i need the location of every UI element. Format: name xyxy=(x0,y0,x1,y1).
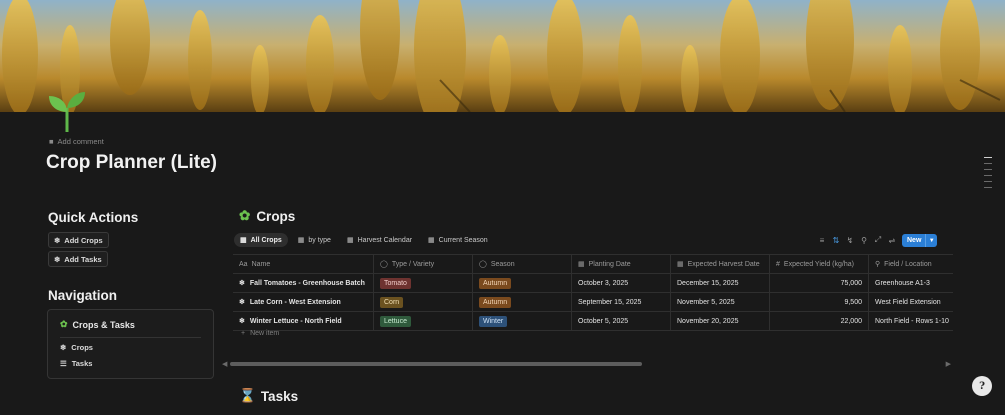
grain-icon: ❄ xyxy=(54,254,61,264)
column-header[interactable]: ▦ Expected Harvest Date xyxy=(671,255,770,273)
seedling-icon: ✿ xyxy=(60,319,68,329)
column-header[interactable]: ⚲ Field / Location xyxy=(869,255,953,273)
scrollbar-thumb[interactable] xyxy=(230,362,642,366)
calendar-icon: ▦ xyxy=(578,261,585,268)
column-header[interactable]: ◯ Type / Variety xyxy=(374,255,473,273)
nav-link-tasks[interactable]: ☰ Tasks xyxy=(60,359,92,368)
planting-date-cell[interactable]: October 3, 2025 xyxy=(572,274,671,292)
scroll-left-icon[interactable]: ◀ xyxy=(222,360,227,368)
location-cell[interactable]: North Field - Rows 1-10 xyxy=(869,312,953,330)
tasks-database-title[interactable]: ⌛ Tasks xyxy=(239,388,298,404)
database-toolbar: ≡ ⇅ ↯ ⚲ ⤢ ⇌ xyxy=(818,234,896,246)
nav-box-title: ✿ Crops & Tasks xyxy=(60,319,135,330)
season-cell[interactable]: Autumn xyxy=(473,293,572,311)
grain-icon: ❄ xyxy=(239,280,245,287)
navigation-heading: Navigation xyxy=(48,288,118,303)
location-pin-icon: ⚲ xyxy=(875,261,881,268)
harvest-date-cell[interactable]: November 5, 2025 xyxy=(671,293,770,311)
navigation-callout: ✿ Crops & Tasks ❄ Crops ☰ Tasks xyxy=(47,309,214,379)
checklist-icon: ☰ xyxy=(60,359,67,368)
table-header: Aa Name ◯ Type / Variety ◯ Season ▦ Planting… xyxy=(233,254,953,274)
harvest-date-cell[interactable]: November 20, 2025 xyxy=(671,312,770,330)
nav-link-crops[interactable]: ❄ Crops xyxy=(60,343,93,352)
settings-icon[interactable]: ⇌ xyxy=(888,234,896,246)
season-cell[interactable]: Autumn xyxy=(473,274,572,292)
select-property-icon: ◯ xyxy=(380,261,388,268)
location-cell[interactable]: Greenhouse A1-3 xyxy=(869,274,953,292)
type-cell[interactable]: Corn xyxy=(374,293,473,311)
row-name[interactable]: ❄ Fall Tomatoes - Greenhouse Batch xyxy=(233,274,374,292)
table-of-contents[interactable] xyxy=(984,157,992,188)
table-row[interactable]: ❄ Late Corn - West Extension Corn Autumn … xyxy=(233,293,953,312)
chevron-down-icon[interactable]: ▼ xyxy=(925,234,937,247)
table-row[interactable]: ❄ Fall Tomatoes - Greenhouse Batch Tomato… xyxy=(233,274,953,293)
filter-icon[interactable]: ≡ xyxy=(818,234,826,246)
season-tag: Autumn xyxy=(479,277,512,289)
calendar-icon: ▦ xyxy=(677,261,684,268)
calendar-icon: ▦ xyxy=(346,237,354,244)
expand-icon[interactable]: ⤢ xyxy=(874,234,882,246)
type-cell[interactable]: Tomato xyxy=(374,274,473,292)
yield-cell[interactable]: 22,000 xyxy=(770,312,869,330)
column-header[interactable]: Aa Name xyxy=(233,255,374,273)
number-property-icon: # xyxy=(776,260,780,268)
type-cell[interactable]: Lettuce xyxy=(374,312,473,330)
season-cell[interactable]: Winter xyxy=(473,312,572,330)
new-record-button[interactable]: New ▼ xyxy=(902,234,937,247)
cover-image xyxy=(0,0,1005,112)
tab-all-crops[interactable]: ▦ All Crops xyxy=(234,233,288,247)
harvest-date-cell[interactable]: December 15, 2025 xyxy=(671,274,770,292)
board-icon: ▦ xyxy=(297,237,305,244)
yield-cell[interactable]: 9,500 xyxy=(770,293,869,311)
grain-icon: ❄ xyxy=(54,235,61,245)
page-title: Crop Planner (Lite) xyxy=(46,152,218,173)
type-tag: Tomato xyxy=(380,277,411,289)
table-row[interactable]: ❄ Winter Lettuce - North Field Lettuce Wi… xyxy=(233,312,953,331)
column-header[interactable]: ◯ Season xyxy=(473,255,572,273)
season-tag: Winter xyxy=(479,315,508,327)
select-property-icon: ◯ xyxy=(479,261,487,268)
season-tag: Autumn xyxy=(479,296,512,308)
view-tabs: ▦ All Crops ▦ by type ▦ Harvest Calendar… xyxy=(234,233,494,247)
search-icon[interactable]: ⚲ xyxy=(860,234,868,246)
new-item-button[interactable]: + New item xyxy=(241,330,279,337)
row-name[interactable]: ❄ Winter Lettuce - North Field xyxy=(233,312,374,330)
plus-icon: + xyxy=(241,330,246,337)
crops-database-title[interactable]: ✿ Crops xyxy=(239,208,295,224)
table-icon: ▦ xyxy=(240,237,247,244)
grain-icon: ❄ xyxy=(239,299,245,306)
column-header[interactable]: # Expected Yield (kg/ha) xyxy=(770,255,869,273)
crops-table: Aa Name ◯ Type / Variety ◯ Season ▦ Planting… xyxy=(233,254,953,331)
hourglass-icon: ⌛ xyxy=(239,388,256,403)
planting-date-cell[interactable]: October 5, 2025 xyxy=(572,312,671,330)
add-tasks-button[interactable]: ❄ Add Tasks xyxy=(48,251,108,267)
planting-date-cell[interactable]: September 15, 2025 xyxy=(572,293,671,311)
type-tag: Lettuce xyxy=(380,315,411,327)
yield-cell[interactable]: 75,000 xyxy=(770,274,869,292)
quick-actions-heading: Quick Actions xyxy=(48,210,139,225)
tab-by-type[interactable]: ▦ by type xyxy=(292,233,337,247)
divider xyxy=(60,337,201,338)
column-header[interactable]: ▦ Planting Date xyxy=(572,255,671,273)
horizontal-scrollbar[interactable]: ◀ ▶ xyxy=(222,360,951,368)
grain-icon: ❄ xyxy=(239,318,245,325)
seedling-icon: ✿ xyxy=(239,208,251,223)
tab-harvest-calendar[interactable]: ▦ Harvest Calendar xyxy=(341,233,418,247)
comment-icon: ■ xyxy=(49,137,54,146)
sort-icon[interactable]: ⇅ xyxy=(832,234,840,246)
automation-icon[interactable]: ↯ xyxy=(846,234,854,246)
notion-ai-icon: ? xyxy=(979,380,985,392)
table-icon: ▦ xyxy=(428,237,435,244)
add-comment-button[interactable]: ■ Add comment xyxy=(49,137,104,146)
row-name[interactable]: ❄ Late Corn - West Extension xyxy=(233,293,374,311)
seedling-icon xyxy=(49,92,85,132)
title-property-icon: Aa xyxy=(239,260,248,268)
location-cell[interactable]: West Field Extension xyxy=(869,293,953,311)
tab-current-season[interactable]: ▦ Current Season xyxy=(422,233,494,247)
scroll-right-icon[interactable]: ▶ xyxy=(946,360,951,368)
help-button[interactable]: ? xyxy=(972,376,992,396)
type-tag: Corn xyxy=(380,296,404,308)
add-crops-button[interactable]: ❄ Add Crops xyxy=(48,232,109,248)
grain-icon: ❄ xyxy=(60,343,67,352)
